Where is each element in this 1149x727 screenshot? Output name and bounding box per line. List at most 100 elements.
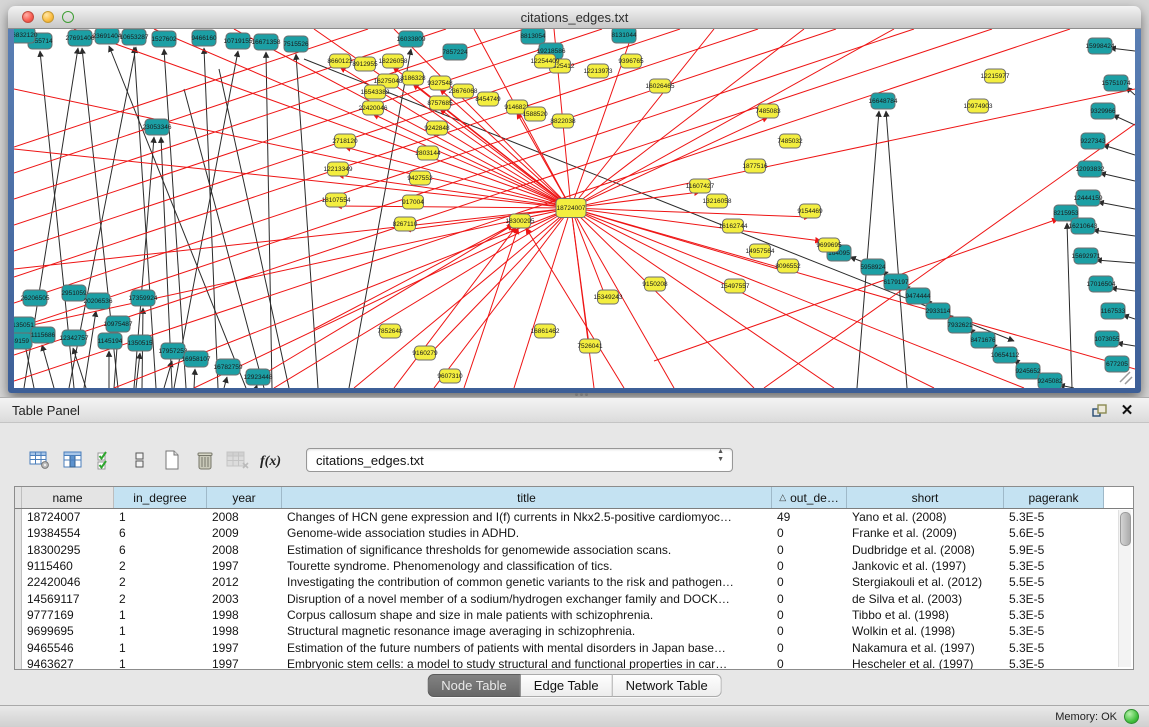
table-row[interactable]: 1830029562008Estimation of significance … [15, 542, 1133, 558]
table-cell[interactable]: Tibbo et al. (1998) [847, 607, 1004, 623]
graph-node[interactable]: 15349243 [594, 290, 623, 304]
table-cell[interactable]: 6 [114, 542, 207, 558]
graph-edge[interactable] [1096, 260, 1135, 263]
graph-node[interactable]: 16648784 [869, 93, 898, 109]
graph-node[interactable]: 15497557 [721, 279, 750, 293]
table-cell[interactable]: 0 [772, 591, 847, 607]
table-cell[interactable]: 5.3E-5 [1004, 656, 1104, 670]
graph-node[interactable]: 18226058 [379, 54, 408, 68]
graph-node[interactable]: 8267110 [393, 217, 418, 231]
graph-node[interactable]: 12254409 [531, 54, 560, 68]
table-cell[interactable]: 2012 [207, 574, 282, 590]
graph-edge[interactable] [194, 208, 571, 388]
graph-node[interactable]: 2803144 [415, 146, 441, 160]
graph-node[interactable]: 917004 [402, 195, 424, 209]
close-panel-button[interactable]: ✕ [1117, 400, 1137, 420]
table-cell[interactable]: 2008 [207, 509, 282, 525]
table-cell[interactable]: 0 [772, 640, 847, 656]
graph-edge[interactable] [514, 208, 571, 388]
table-cell[interactable]: 1997 [207, 656, 282, 670]
graph-node[interactable]: 10653287 [120, 29, 149, 45]
graph-node[interactable]: 18107554 [322, 193, 351, 207]
graph-node[interactable]: 9245082 [1037, 373, 1063, 388]
graph-node[interactable]: 26206505 [21, 290, 50, 306]
table-cell[interactable]: Investigating the contribution of common… [282, 574, 772, 590]
graph-node[interactable]: 9427552 [407, 171, 433, 185]
table-cell[interactable]: 18724007 [22, 509, 114, 525]
graph-edge[interactable] [405, 208, 571, 230]
table-cell[interactable]: 9465546 [22, 640, 114, 656]
delete-entries-button[interactable] [191, 447, 218, 473]
table-cell[interactable]: 1 [114, 656, 207, 670]
table-cell[interactable]: 2 [114, 558, 207, 574]
table-cell[interactable]: 9699695 [22, 623, 114, 639]
graph-edge[interactable] [194, 369, 195, 388]
column-header-out_de[interactable]: △out_de… [772, 487, 847, 508]
table-settings-button[interactable] [26, 447, 53, 473]
graph-node[interactable]: 1073055 [1094, 331, 1120, 347]
graph-node[interactable]: 8912955 [352, 57, 378, 71]
graph-edge[interactable] [857, 111, 879, 388]
table-cell[interactable]: Stergiakouli et al. (2012) [847, 574, 1004, 590]
graph-node[interactable]: 8471676 [970, 332, 996, 348]
graph-node[interactable]: 12342757 [60, 330, 89, 346]
graph-edge[interactable] [571, 29, 894, 208]
graph-edge[interactable] [1098, 202, 1135, 209]
table-row[interactable]: 946554611997Estimation of the future num… [15, 639, 1133, 655]
table-row[interactable]: 969969511998Structural magnetic resonanc… [15, 623, 1133, 639]
zoom-window-button[interactable] [62, 11, 74, 23]
graph-node[interactable]: 11607427 [686, 179, 715, 193]
graph-node[interactable]: 9245652 [1015, 363, 1041, 379]
graph-node[interactable]: 8131044 [611, 29, 637, 43]
close-window-button[interactable] [22, 11, 34, 23]
table-row[interactable]: 946362711997Embryonic stem cells: a mode… [15, 656, 1133, 670]
row-height-button[interactable] [125, 447, 152, 473]
table-cell[interactable]: 1998 [207, 623, 282, 639]
graph-edge[interactable] [571, 208, 608, 303]
table-row[interactable]: 2242004622012Investigating the contribut… [15, 574, 1133, 590]
column-header-title[interactable]: title [282, 487, 772, 508]
graph-node[interactable]: 14957564 [746, 244, 775, 258]
table-cell[interactable]: 19384554 [22, 525, 114, 541]
graph-node[interactable]: 8813054 [520, 29, 546, 44]
graph-node[interactable]: 18300295 [506, 214, 535, 228]
table-cell[interactable]: Tourette syndrome. Phenomenology and cla… [282, 558, 772, 574]
graph-node[interactable]: 12093832 [1076, 161, 1105, 177]
graph-edge[interactable] [14, 29, 992, 355]
graph-edge[interactable] [886, 111, 907, 388]
table-cell[interactable]: 6 [114, 525, 207, 541]
graph-node[interactable]: 16162744 [719, 219, 748, 233]
graph-node[interactable]: 12213973 [584, 64, 613, 78]
table-cell[interactable]: 1998 [207, 607, 282, 623]
table-cell[interactable]: 5.3E-5 [1004, 623, 1104, 639]
graph-node[interactable]: 15998424 [1086, 38, 1115, 54]
scrollbar-thumb[interactable] [1120, 512, 1131, 546]
tab-node-table[interactable]: Node Table [427, 674, 521, 697]
table-cell[interactable]: 5.3E-5 [1004, 591, 1104, 607]
graph-edge[interactable] [571, 208, 590, 352]
graph-node[interactable]: 9466160 [191, 30, 217, 46]
graph-edge[interactable] [274, 208, 571, 388]
graph-edge[interactable] [219, 69, 289, 388]
graph-node[interactable]: 16861462 [531, 324, 560, 338]
graph-node[interactable]: 9396765 [618, 54, 644, 68]
table-row[interactable]: 1938455462009Genome-wide association stu… [15, 525, 1133, 541]
graph-node[interactable]: 12923448 [244, 369, 273, 385]
graph-node[interactable]: 16782759 [214, 359, 243, 375]
table-cell[interactable]: 9115460 [22, 558, 114, 574]
select-columns-button[interactable] [59, 447, 86, 473]
graph-node[interactable]: 17359924 [129, 290, 158, 306]
graph-node[interactable]: 16026465 [646, 79, 675, 93]
graph-node[interactable]: 18724007 [556, 199, 586, 218]
table-cell[interactable]: Dudbridge et al. (2008) [847, 542, 1004, 558]
graph-node[interactable]: 7932621 [947, 317, 973, 333]
graph-node[interactable]: 1167533 [1101, 303, 1126, 319]
graph-node[interactable]: 1588520 [522, 107, 548, 121]
table-cell[interactable]: Nakamura et al. (1997) [847, 640, 1004, 656]
graph-node[interactable]: 12215977 [981, 69, 1010, 83]
table-cell[interactable]: Embryonic stem cells: a model to study s… [282, 656, 772, 670]
graph-node[interactable]: 9329966 [1090, 103, 1116, 119]
graph-node[interactable]: 16671358 [252, 34, 281, 50]
graph-node[interactable]: 7857224 [442, 44, 468, 60]
table-cell[interactable]: 2 [114, 574, 207, 590]
